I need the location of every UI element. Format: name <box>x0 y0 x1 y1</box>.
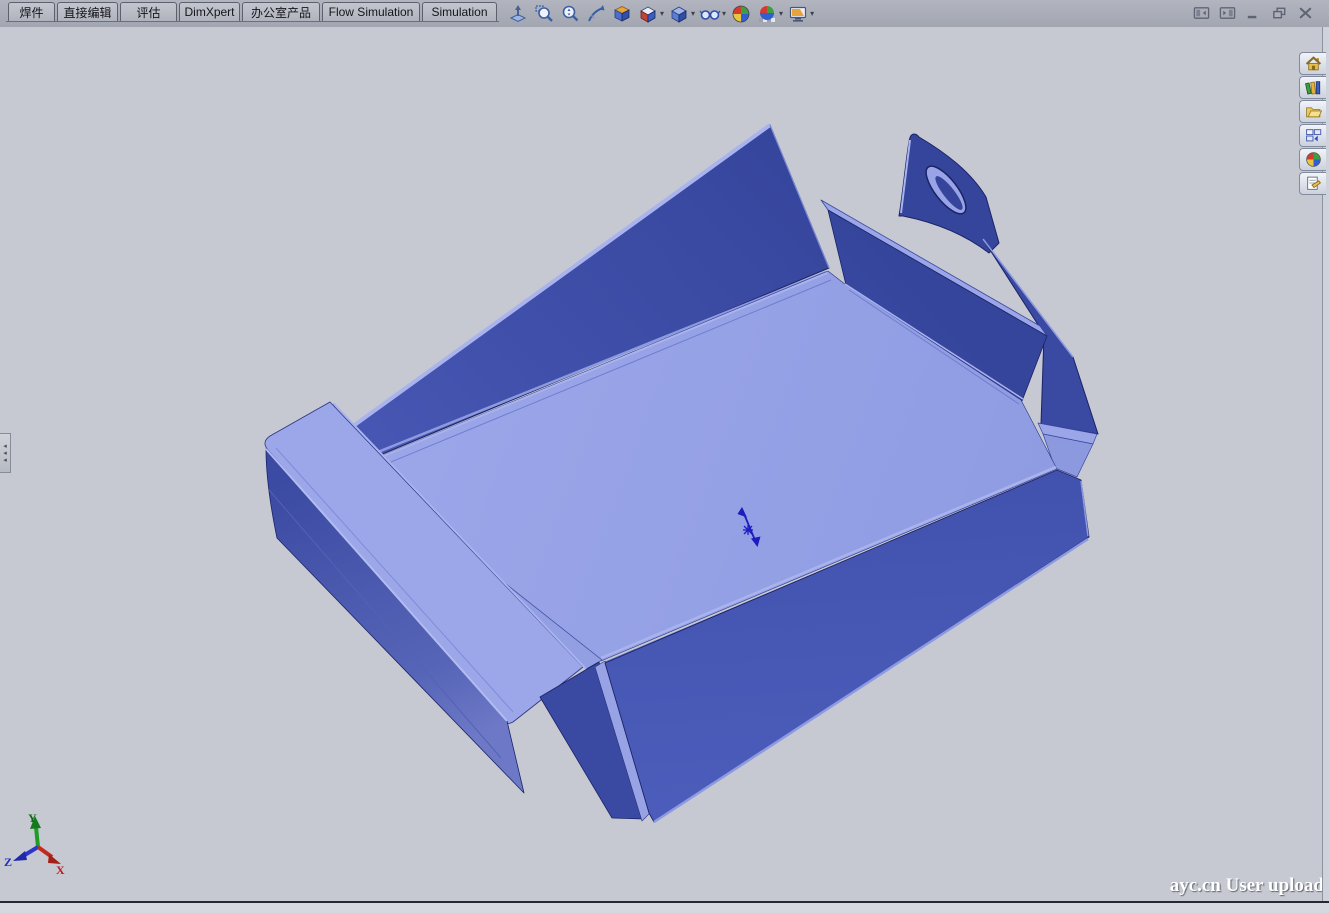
tab-simulation[interactable]: Simulation <box>422 2 497 22</box>
folder-icon <box>1305 103 1322 120</box>
tabs-underline <box>6 21 499 22</box>
section-view-icon <box>611 3 633 25</box>
taskpane-tab-file-explorer[interactable] <box>1299 100 1326 123</box>
command-tab-label: 焊件 <box>19 4 43 21</box>
tab-direct-editing[interactable]: 直接编辑 <box>57 2 118 22</box>
top-bar: 焊件 直接编辑 评估 DimXpert 办公室产品 Flow Simulatio… <box>0 0 1329 27</box>
view-settings-button[interactable]: ▾ <box>786 2 815 26</box>
edit-appearance-icon <box>730 3 752 25</box>
view-display-style-button[interactable]: ▾ <box>667 2 696 26</box>
taskpane-tab-appearances-scenes[interactable] <box>1299 148 1326 171</box>
command-tab-label: Simulation <box>431 5 487 19</box>
status-bar <box>0 903 1329 913</box>
view-section-view-button[interactable] <box>610 2 634 26</box>
zoom-to-area-icon <box>533 3 555 25</box>
dropdown-caret-icon[interactable]: ▾ <box>722 9 726 18</box>
minimize-button[interactable] <box>1244 5 1263 20</box>
view-orientation-button[interactable]: ▾ <box>636 2 665 26</box>
custom-properties-icon <box>1305 175 1322 192</box>
tab-flow-simulation[interactable]: Flow Simulation <box>322 2 420 22</box>
collapse-arrow-icon: ◂ <box>3 458 7 463</box>
toggle-left-pane-button[interactable] <box>1192 5 1211 20</box>
sheet-metal-part[interactable] <box>265 125 1098 822</box>
close-icon <box>1297 6 1314 20</box>
command-tab-label: 办公室产品 <box>251 4 311 21</box>
featuremanager-collapse-handle[interactable]: ◂ ◂ ◂ <box>0 433 11 473</box>
view-palette-icon <box>1305 127 1322 144</box>
taskpane-tab-solidworks-resources[interactable] <box>1299 52 1326 75</box>
collapse-arrow-icon: ◂ <box>3 444 7 449</box>
previous-view-icon <box>585 3 607 25</box>
command-tab-label: 评估 <box>136 4 160 21</box>
task-pane-tabs <box>1299 52 1326 195</box>
triad-x-label: X <box>56 863 65 877</box>
zoom-to-fit-icon <box>507 3 529 25</box>
collapse-arrow-icon: ◂ <box>3 451 7 456</box>
reference-triad: Y Z X <box>4 811 65 877</box>
triad-y-label: Y <box>28 811 37 825</box>
tab-office-products[interactable]: 办公室产品 <box>242 2 320 22</box>
taskpane-tab-view-palette[interactable] <box>1299 124 1326 147</box>
view-hide-show-items-button[interactable]: ▾ <box>698 2 727 26</box>
panel-toggle-left-icon <box>1193 6 1210 20</box>
dropdown-caret-icon[interactable]: ▾ <box>691 9 695 18</box>
command-tab-label: DimXpert <box>184 5 234 19</box>
view-orientation-icon <box>637 3 659 25</box>
heads-up-view-toolbar: ▾ ▾ ▾ ▾ ▾ <box>506 1 815 26</box>
design-library-icon <box>1305 79 1322 96</box>
solidworks-window: Y Z X ayc.cn User upload 焊件 直接编辑 评估 DimX… <box>0 0 1329 913</box>
tab-dimxpert[interactable]: DimXpert <box>179 2 240 22</box>
tab-weldments[interactable]: 焊件 <box>8 2 55 22</box>
restore-button[interactable] <box>1270 5 1289 20</box>
model-canvas[interactable]: Y Z X <box>0 0 1329 913</box>
view-zoom-in-out-button[interactable] <box>558 2 582 26</box>
taskpane-tab-custom-properties[interactable] <box>1299 172 1326 195</box>
dropdown-caret-icon[interactable]: ▾ <box>779 9 783 18</box>
triad-z-label: Z <box>4 855 12 869</box>
restore-icon <box>1271 6 1288 20</box>
close-button[interactable] <box>1296 5 1315 20</box>
zoom-in-out-icon <box>559 3 581 25</box>
display-style-icon <box>668 3 690 25</box>
dropdown-caret-icon[interactable]: ▾ <box>810 9 814 18</box>
appearances-icon <box>1305 151 1322 168</box>
panel-toggle-right-icon <box>1219 6 1236 20</box>
minimize-icon <box>1245 6 1262 20</box>
view-edit-appearance-button[interactable] <box>729 2 753 26</box>
command-tab-label: 直接编辑 <box>63 4 111 21</box>
view-zoom-to-area-button[interactable] <box>532 2 556 26</box>
view-previous-view-button[interactable] <box>584 2 608 26</box>
tab-evaluate[interactable]: 评估 <box>120 2 177 22</box>
view-apply-scene-button[interactable]: ▾ <box>755 2 784 26</box>
dropdown-caret-icon[interactable]: ▾ <box>660 9 664 18</box>
command-tab-label: Flow Simulation <box>329 5 414 19</box>
home-icon <box>1305 55 1322 72</box>
apply-scene-icon <box>756 3 778 25</box>
hide-show-items-icon <box>699 3 721 25</box>
toggle-right-pane-button[interactable] <box>1218 5 1237 20</box>
window-controls <box>1192 5 1315 20</box>
commandmanager-tabs: 焊件 直接编辑 评估 DimXpert 办公室产品 Flow Simulatio… <box>8 2 497 22</box>
view-settings-icon <box>787 3 809 25</box>
view-zoom-to-fit-button[interactable] <box>506 2 530 26</box>
taskpane-tab-design-library[interactable] <box>1299 76 1326 99</box>
watermark-text: ayc.cn User upload <box>1170 875 1324 897</box>
